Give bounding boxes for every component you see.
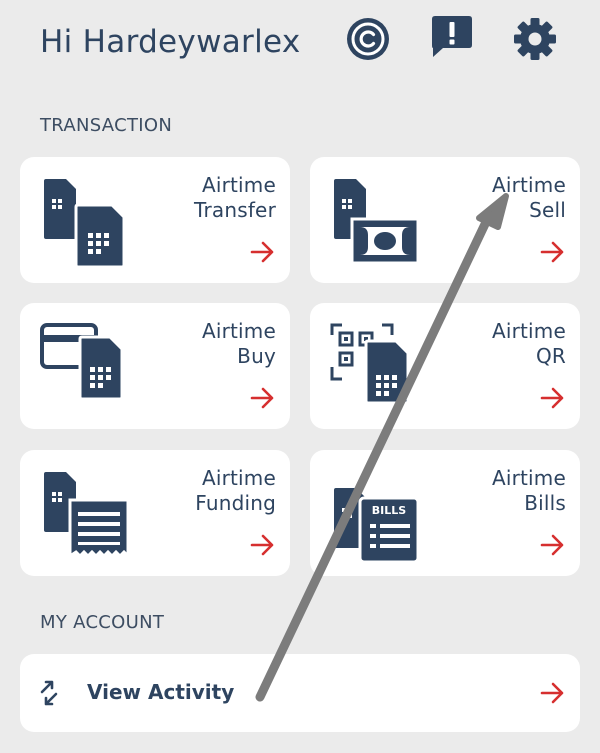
card-airtime-bills[interactable]: BILLS Airtime Bills	[310, 450, 580, 576]
card-title: Airtime Transfer	[193, 173, 276, 222]
arrow-right-icon[interactable]	[540, 385, 566, 411]
arrow-right-icon[interactable]	[250, 239, 276, 265]
arrow-right-icon[interactable]	[250, 532, 276, 558]
section-transaction-label: TRANSACTION	[40, 115, 173, 136]
gear-icon[interactable]	[512, 16, 558, 62]
bills-badge: BILLS	[372, 504, 406, 517]
card-airtime-sell[interactable]: Airtime Sell	[310, 157, 580, 283]
card-title: Airtime Sell	[491, 173, 566, 222]
view-activity-row[interactable]: View Activity	[20, 654, 580, 732]
card-sim-icon	[40, 323, 140, 415]
card-airtime-transfer[interactable]: Airtime Transfer	[20, 157, 290, 283]
card-title: Airtime Bills	[491, 466, 566, 515]
card-title: Airtime QR	[491, 319, 566, 368]
arrow-right-icon[interactable]	[540, 680, 566, 706]
card-airtime-buy[interactable]: Airtime Buy	[20, 303, 290, 429]
sim-receipt-icon	[40, 470, 140, 562]
section-account-label: MY ACCOUNT	[40, 612, 165, 633]
card-airtime-qr[interactable]: Airtime QR	[310, 303, 580, 429]
view-activity-label: View Activity	[87, 680, 235, 704]
alert-icon[interactable]	[429, 14, 475, 60]
sim-transfer-icon	[40, 177, 140, 269]
card-title: Airtime Funding	[195, 466, 276, 515]
arrow-right-icon[interactable]	[540, 239, 566, 265]
greeting-title: Hi Hardeywarlex	[40, 24, 301, 60]
arrow-right-icon[interactable]	[250, 385, 276, 411]
sim-bills-icon: BILLS	[330, 470, 430, 562]
copyright-icon[interactable]	[345, 16, 391, 62]
sim-cash-icon	[330, 177, 430, 269]
card-airtime-funding[interactable]: Airtime Funding	[20, 450, 290, 576]
card-title: Airtime Buy	[201, 319, 276, 368]
qr-sim-icon	[330, 323, 430, 415]
swap-arrows-icon	[36, 680, 62, 706]
arrow-right-icon[interactable]	[540, 532, 566, 558]
